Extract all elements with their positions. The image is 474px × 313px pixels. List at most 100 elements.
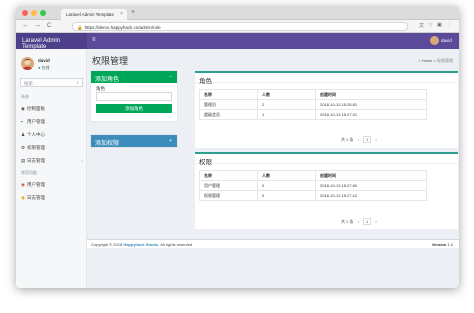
pager-page[interactable]: 1 [363, 136, 372, 143]
browser-tab[interactable]: Laravel Admin Template × [61, 9, 127, 20]
breadcrumb-home[interactable]: Home [422, 58, 433, 63]
address-bar[interactable]: 🔒 https://demo.happyhack.cn/admin/role [72, 22, 408, 31]
pager-prev-icon[interactable]: ‹ [358, 219, 359, 224]
sidebar-item-label: 个人中心 [27, 132, 45, 137]
browser-tab-title: Laravel Admin Template [66, 12, 114, 17]
column-header: 创建时间 [315, 170, 427, 181]
add-permission-header[interactable]: 添加权限 + [91, 135, 177, 147]
permissions-pagination: 共 2 条 ‹ 1 › [338, 218, 377, 225]
permissions-box: 权限 名称 人数 创建时间 用户管理 0 2018-10-13 15:27:00… [195, 152, 458, 229]
pager-next-icon[interactable]: › [375, 219, 376, 224]
address-bar-row: ← → C 🔒 https://demo.happyhack.cn/admin/r… [16, 20, 459, 33]
sidebar-item-profile[interactable]: ♟ 个人中心 [21, 132, 83, 138]
sidebar-item-logs-shortcut[interactable]: ◉ 日志管理 [21, 195, 83, 201]
column-header: 人数 [257, 170, 316, 181]
sidebar-item-permissions[interactable]: ⚙ 权限管理 [21, 145, 83, 151]
minimize-window-button[interactable] [31, 10, 37, 16]
sidebar-item-users-shortcut[interactable]: ◉ 用户管理 [21, 182, 83, 188]
browser-window: Laravel Admin Template × + ← → C 🔒 https:… [16, 6, 459, 288]
maximize-window-button[interactable] [40, 10, 46, 16]
url-text: https://demo.happyhack.cn/admin/role [84, 24, 161, 30]
bookmark-star-icon[interactable]: ☆ [427, 22, 434, 30]
sidebar-item-label: 权限管理 [27, 145, 45, 150]
new-tab-button[interactable]: + [131, 9, 135, 16]
home-icon: ⌂ [418, 58, 421, 63]
add-role-title: 添加角色 [95, 77, 120, 83]
copyright-text: Copyright © 2018 [91, 242, 123, 247]
table-row[interactable]: 用户管理 0 2018-10-13 15:27:00 [199, 180, 427, 191]
table-row[interactable]: 超级会员 1 2018-10-13 15:27:21 [199, 109, 427, 120]
sidebar-item-dashboard[interactable]: ◉ 控制面板 [21, 106, 83, 112]
rights-text: All rights reserved. [160, 242, 194, 247]
sidebar: david ● 在线 搜索... ⌕ 系统 ◉ 控制面板 ▪ 用户管理 ♟ 个人中心 … [16, 49, 87, 288]
version-number: 1.0 [447, 242, 453, 247]
pager-prev-icon[interactable]: ‹ [358, 137, 359, 142]
forward-arrow-icon[interactable]: → [34, 22, 41, 30]
sidebar-section-header: 系统 [21, 94, 29, 99]
lock-icon: 🔒 [77, 24, 83, 30]
column-header: 人数 [257, 89, 316, 100]
table-header-row: 名称 人数 创建时间 [199, 89, 427, 100]
header-user-name[interactable]: david [441, 38, 452, 43]
add-role-button[interactable]: 添加角色 [96, 104, 172, 113]
page-title: 权限管理 [92, 56, 129, 66]
page-footer: Copyright © 2018 Happyhack Studio. All r… [87, 239, 459, 248]
breadcrumb: ⌂ Home > 权限管理 [418, 58, 453, 64]
add-permission-box: 添加权限 + [91, 135, 177, 147]
table-cell: 2 [257, 99, 316, 110]
add-role-box: 添加角色 − 角色 添加角色 [91, 71, 177, 121]
pager-total: 共 2 条 [341, 219, 354, 224]
permissions-title: 权限 [195, 154, 458, 166]
permissions-table: 名称 人数 创建时间 用户管理 0 2018-10-13 15:27:00 权限… [199, 170, 427, 201]
app-logo[interactable]: Laravel Admin Template [16, 33, 87, 50]
search-placeholder: 搜索... [24, 80, 37, 86]
back-arrow-icon[interactable]: ← [22, 22, 29, 30]
main-content: 权限管理 ⌂ Home > 权限管理 添加角色 − 角色 添加角色 添加权限 +… [87, 49, 459, 288]
roles-pagination: 共 2 条 ‹ 1 › [338, 136, 377, 143]
pager-next-icon[interactable]: › [375, 137, 376, 142]
roles-table: 名称 人数 创建时间 管理员 2 2018-10-13 15:26:51 超级会… [199, 89, 427, 120]
add-role-header: 添加角色 − [91, 71, 177, 83]
table-cell: 2018-10-13 15:26:51 [315, 99, 427, 110]
reload-icon[interactable]: C [47, 22, 51, 30]
table-cell: 1 [257, 109, 316, 120]
close-window-button[interactable] [22, 10, 28, 16]
translate-icon[interactable]: 文 [418, 22, 425, 30]
pager-total: 共 2 条 [341, 137, 354, 142]
collapse-icon[interactable]: − [169, 74, 172, 80]
chevron-left-icon: ‹ [81, 158, 84, 163]
sidebar-user-name: david [38, 58, 50, 63]
header-avatar[interactable] [430, 36, 439, 45]
column-header: 名称 [199, 89, 258, 100]
online-dot-icon: ● [38, 65, 41, 70]
sidebar-item-label: 日志管理 [27, 195, 45, 200]
roles-title: 角色 [195, 73, 458, 85]
table-cell: 管理员 [199, 99, 258, 110]
add-permission-title: 添加权限 [95, 141, 120, 147]
sidebar-item-label: 用户管理 [27, 182, 45, 187]
column-header: 创建时间 [315, 89, 427, 100]
browser-menu-icon[interactable]: ⋮ [446, 22, 453, 30]
studio-link[interactable]: Happyhack Studio. [123, 242, 159, 247]
expand-icon[interactable]: + [169, 138, 172, 144]
menu-toggle-icon[interactable]: ≡ [92, 37, 96, 43]
table-row[interactable]: 权限管理 0 2018-10-13 15:27:12 [199, 190, 427, 201]
search-icon[interactable]: ⌕ [76, 80, 79, 85]
table-cell: 用户管理 [199, 180, 258, 191]
version-info: Version 1.0 [432, 242, 453, 247]
role-name-input[interactable] [96, 92, 172, 101]
table-row[interactable]: 管理员 2 2018-10-13 15:26:51 [199, 99, 427, 110]
sidebar-item-label: 控制面板 [27, 106, 45, 111]
sidebar-item-users[interactable]: ▪ 用户管理 [21, 119, 83, 125]
table-header-row: 名称 人数 创建时间 [199, 170, 427, 181]
table-cell: 2018-10-13 15:27:00 [315, 180, 427, 191]
pager-page[interactable]: 1 [363, 218, 372, 225]
tab-close-icon[interactable]: × [120, 11, 123, 17]
roles-box: 角色 名称 人数 创建时间 管理员 2 2018-10-13 15:26:51 … [195, 71, 458, 148]
table-cell: 权限管理 [199, 190, 258, 201]
status-text: 在线 [41, 65, 50, 70]
sidebar-item-logs[interactable]: ▤ 日志管理 ‹ [21, 158, 83, 164]
extension-icon[interactable]: ▣ [436, 22, 443, 30]
sidebar-search-input[interactable]: 搜索... ⌕ [20, 78, 83, 87]
sidebar-section-header: 常用功能 [21, 170, 37, 175]
